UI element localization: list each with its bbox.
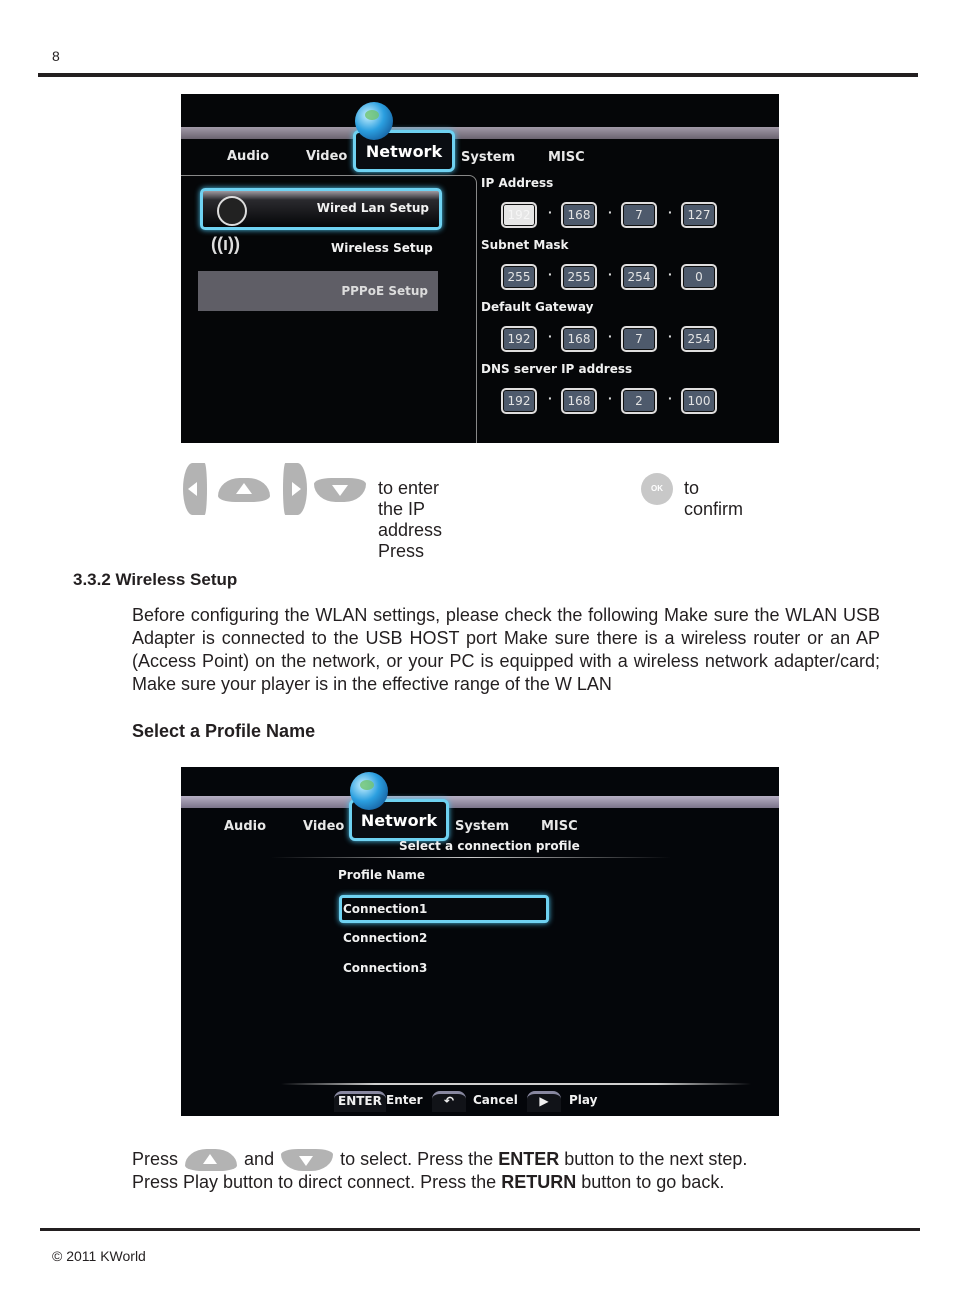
ok-button-icon: OK	[641, 473, 673, 505]
wired-lan-icon	[217, 196, 247, 226]
divider	[281, 1083, 751, 1085]
enter-key-icon: ENTER	[334, 1091, 386, 1112]
octet-separator: ·	[548, 328, 553, 344]
hint-enter: Enter	[386, 1093, 423, 1107]
field-label: Subnet Mask	[481, 238, 569, 252]
connection-item: Connection2	[343, 931, 428, 945]
ip-octet-field[interactable]: 254	[621, 264, 657, 290]
ip-octet-field[interactable]: 168	[561, 326, 597, 352]
instr-text: Press	[132, 1149, 179, 1169]
octet-separator: ·	[608, 204, 613, 220]
tab-system: System	[455, 819, 510, 834]
ip-octet-field[interactable]: 0	[681, 264, 717, 290]
right-arrow-key-icon	[283, 463, 307, 515]
octet-separator: ·	[668, 204, 673, 220]
ip-octet-field[interactable]: 127	[681, 202, 717, 228]
up-arrow-key-icon	[185, 1149, 238, 1172]
ip-octet-field[interactable]: 192	[501, 326, 537, 352]
ip-octet-field[interactable]: 192	[501, 388, 537, 414]
down-arrow-key-icon	[314, 478, 366, 502]
section-paragraph: Before configuring the WLAN settings, pl…	[132, 605, 880, 694]
menu-item-label: Wired Lan Setup	[316, 201, 429, 215]
octet-separator: ·	[608, 390, 613, 406]
instr-text: button to go back.	[581, 1172, 725, 1193]
header-rule	[38, 73, 918, 77]
instruction-text-confirm: to confirm	[684, 478, 744, 519]
instr-text: Press Play button to direct connect. Pre…	[132, 1172, 497, 1193]
down-arrow-key-icon	[281, 1149, 334, 1172]
menu-item-wired-lan: Wired Lan Setup	[200, 188, 442, 230]
return-icon: ↶	[432, 1091, 466, 1112]
left-arrow-key-icon	[183, 463, 207, 515]
instr-text: and	[244, 1149, 275, 1169]
tab-video: Video	[306, 149, 348, 164]
section-heading: 3.3.2 Wireless Setup	[73, 570, 238, 589]
up-arrow-key-icon	[218, 478, 270, 502]
ip-octet-field[interactable]: 2	[621, 388, 657, 414]
footer-rule	[40, 1228, 920, 1231]
tab-audio: Audio	[227, 149, 270, 164]
screen-subtitle: Select a connection profile	[399, 839, 580, 853]
divider	[271, 857, 671, 858]
ip-octet-field[interactable]: 168	[561, 202, 597, 228]
copyright: © 2011 KWorld	[52, 1248, 146, 1264]
subheading: Select a Profile Name	[132, 721, 316, 741]
menu-bar	[181, 127, 779, 139]
octet-separator: ·	[548, 390, 553, 406]
ip-octet-field[interactable]: 255	[561, 264, 597, 290]
network-setup-screenshot: Audio Video Network System MISC Wired La…	[181, 94, 779, 443]
instruction-text: to enter the IP address Press	[378, 478, 443, 561]
globe-icon	[355, 102, 393, 140]
field-label: DNS server IP address	[481, 362, 633, 376]
hint-cancel: Cancel	[473, 1093, 518, 1107]
field-label: IP Address	[481, 176, 554, 190]
tab-audio: Audio	[224, 819, 267, 834]
globe-icon	[350, 772, 388, 810]
menu-bar	[181, 796, 779, 808]
ip-octet-field[interactable]: 192	[501, 202, 537, 228]
hint-play: Play	[569, 1093, 598, 1107]
octet-separator: ·	[608, 328, 613, 344]
octet-separator: ·	[548, 266, 553, 282]
field-label: Default Gateway	[481, 300, 594, 314]
profile-select-screenshot: Audio Video Network System MISC Select a…	[181, 767, 779, 1116]
menu-item-label: PPPoE Setup	[341, 284, 428, 298]
instr-text: to select. Press the	[340, 1149, 494, 1169]
octet-separator: ·	[548, 204, 553, 220]
ip-octet-field[interactable]: 7	[621, 202, 657, 228]
play-icon: ▶	[527, 1091, 561, 1112]
ip-octet-field[interactable]: 255	[501, 264, 537, 290]
ip-octet-field[interactable]: 254	[681, 326, 717, 352]
tab-misc: MISC	[548, 150, 585, 165]
wireless-icon: ((ı))	[211, 234, 240, 254]
ip-octet-field[interactable]: 100	[681, 388, 717, 414]
connection-item: Connection3	[343, 961, 428, 975]
tab-system: System	[461, 150, 516, 165]
octet-separator: ·	[608, 266, 613, 282]
page-number: 8	[52, 48, 60, 64]
ip-octet-field[interactable]: 168	[561, 388, 597, 414]
return-keyword: RETURN	[501, 1172, 577, 1193]
instr-text: button to the next step.	[564, 1149, 748, 1169]
menu-item-pppoe: PPPoE Setup	[198, 271, 438, 311]
tab-misc: MISC	[541, 819, 578, 834]
connection-item: Connection1	[343, 902, 428, 916]
tab-video: Video	[303, 819, 345, 834]
octet-separator: ·	[668, 266, 673, 282]
profile-name-label: Profile Name	[338, 868, 426, 882]
ip-octet-field[interactable]: 7	[621, 326, 657, 352]
profile-instruction: Press and to select. Press the ENTER but…	[132, 1148, 747, 1194]
octet-separator: ·	[668, 328, 673, 344]
menu-item-wireless: Wireless Setup	[331, 241, 433, 255]
enter-keyword: ENTER	[498, 1149, 560, 1169]
octet-separator: ·	[668, 390, 673, 406]
